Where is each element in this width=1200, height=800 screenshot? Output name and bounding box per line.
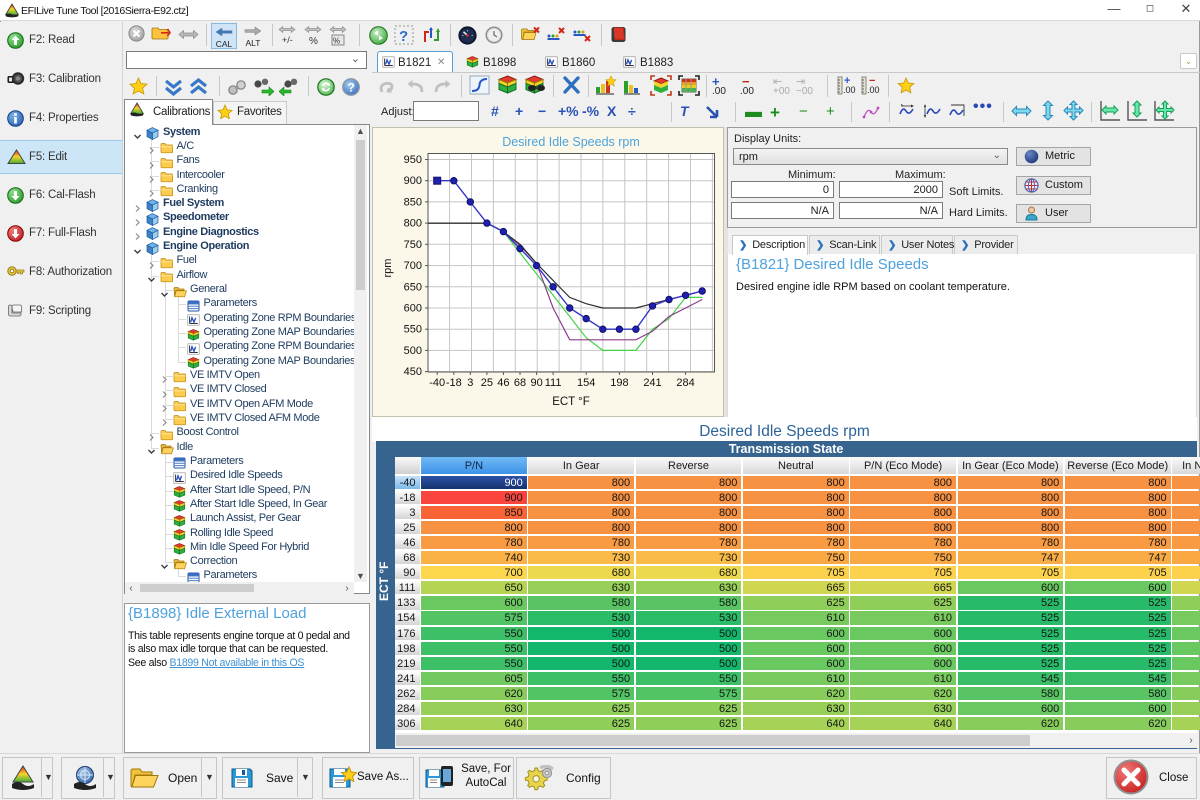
svg-text:650: 650 <box>404 281 422 293</box>
svg-text:25: 25 <box>481 377 493 389</box>
svg-text:46: 46 <box>497 377 509 389</box>
svg-text:-40: -40 <box>429 377 445 389</box>
svg-text:%: % <box>309 36 318 47</box>
svg-text:.00: .00 <box>843 85 856 95</box>
svg-text:600: 600 <box>404 303 422 315</box>
svg-text:850: 850 <box>404 196 422 208</box>
svg-text:198: 198 <box>610 377 628 389</box>
svg-text:700: 700 <box>404 260 422 272</box>
svg-text:68: 68 <box>514 377 526 389</box>
svg-text:.00: .00 <box>712 86 726 96</box>
svg-text:241: 241 <box>643 377 661 389</box>
svg-text:111: 111 <box>545 377 562 389</box>
svg-text:550: 550 <box>404 324 422 336</box>
svg-text:900: 900 <box>404 175 422 187</box>
svg-text:.00: .00 <box>740 86 754 96</box>
svg-text:-18: -18 <box>446 377 462 389</box>
svg-text:rpm: rpm <box>382 259 394 278</box>
svg-text:750: 750 <box>404 239 422 251</box>
svg-text:Desired Idle Speeds rpm: Desired Idle Speeds rpm <box>502 135 640 149</box>
svg-text:%: % <box>333 37 340 46</box>
svg-text:500: 500 <box>404 345 422 357</box>
svg-text:+/-: +/- <box>282 35 293 45</box>
svg-text:3: 3 <box>467 377 473 389</box>
svg-text:800: 800 <box>404 218 422 230</box>
svg-text:450: 450 <box>404 366 422 378</box>
svg-text:−00: −00 <box>796 86 813 96</box>
svg-text:ECT °F: ECT °F <box>552 396 590 408</box>
svg-text:90: 90 <box>530 377 542 389</box>
svg-text:154: 154 <box>577 377 595 389</box>
svg-text:950: 950 <box>404 154 422 166</box>
svg-text:?: ? <box>348 81 355 95</box>
svg-text:+00: +00 <box>773 86 790 96</box>
svg-text:?: ? <box>399 28 408 45</box>
svg-text:.00: .00 <box>867 85 880 95</box>
svg-text:284: 284 <box>676 377 694 389</box>
